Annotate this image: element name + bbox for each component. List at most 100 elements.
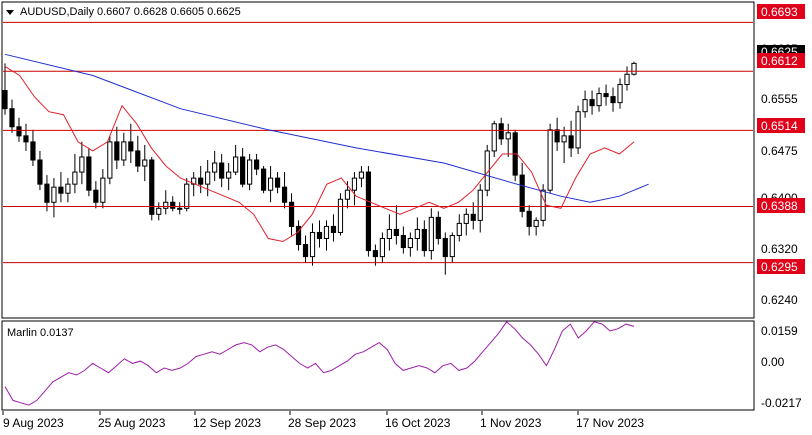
candle-body-bull <box>323 225 330 240</box>
candle-body-bear <box>93 189 99 203</box>
candle-body-bull <box>358 171 365 179</box>
candle-body-bull <box>177 207 183 210</box>
candle-body-bear <box>519 174 525 212</box>
candle <box>149 156 155 221</box>
candle-body-bear <box>470 213 476 221</box>
candle-body-bear <box>58 186 64 194</box>
time-label: 17 Nov 2023 <box>576 416 644 430</box>
candle-body-bear <box>240 156 246 185</box>
candle-body-bull <box>547 129 553 191</box>
candle-body-bear <box>554 129 560 143</box>
candle-body-bear <box>603 93 609 98</box>
candle-body-bull <box>72 171 78 185</box>
candle-body-bear <box>435 216 441 240</box>
candle-body-bear <box>170 201 176 209</box>
candle-body-bear <box>254 159 260 170</box>
candle-body-bull <box>344 189 351 200</box>
candle-body-bear <box>498 123 504 140</box>
candle-body-bull <box>351 177 358 191</box>
candle-body-bull <box>575 111 581 149</box>
time-label: 28 Sep 2023 <box>288 416 356 430</box>
candle-body-bear <box>281 186 288 203</box>
candle-body-bear <box>260 168 267 191</box>
candle-body-bull <box>505 132 511 140</box>
price-tick: 0.6320 <box>761 242 798 256</box>
candle-body-bull <box>142 159 148 167</box>
candle-body-bear <box>302 244 309 258</box>
candle <box>365 166 372 257</box>
level-label: 0.6693 <box>761 5 798 19</box>
candle-body-bull <box>226 171 232 179</box>
candle-body-bear <box>9 108 15 128</box>
candle-body-bear <box>442 238 448 258</box>
candle-body-bear <box>365 171 372 252</box>
price-tick: 0.6555 <box>761 92 798 106</box>
candle-body-bear <box>128 141 134 152</box>
candle-body-bear <box>393 228 399 236</box>
candle-body-bear <box>316 231 323 239</box>
candle-body-bear <box>421 228 427 252</box>
candle-body-bull <box>624 73 630 86</box>
candle-body-bear <box>44 183 50 203</box>
level-label: 0.6514 <box>761 119 798 133</box>
candle-body-bull <box>533 219 539 227</box>
level-label: 0.6612 <box>761 54 798 68</box>
candle-body-bull <box>386 228 392 239</box>
candle-body-bull <box>205 171 211 185</box>
time-label: 9 Aug 2023 <box>3 416 64 430</box>
candle <box>512 129 518 182</box>
candle-body-bear <box>330 225 337 233</box>
candle-body-bear <box>198 177 204 185</box>
candle-body-bear <box>16 126 22 137</box>
candle-body-bear <box>30 141 36 161</box>
candle-body-bull <box>477 189 483 221</box>
candle-body-bear <box>288 201 295 227</box>
time-label: 16 Oct 2023 <box>385 416 451 430</box>
candle-body-bear <box>219 162 225 179</box>
candle-body-bull <box>79 156 85 173</box>
price-tick: 0.6475 <box>761 144 798 158</box>
candle <box>575 105 581 154</box>
candle-body-bull <box>463 213 469 224</box>
indicator-tick: 0.0159 <box>761 324 798 338</box>
candle-body-bull <box>596 93 602 107</box>
indicator-label: Marlin 0.0137 <box>7 327 74 339</box>
candle-body-bear <box>37 159 43 185</box>
price-tick: 0.6240 <box>761 293 798 307</box>
candle-body-bull <box>631 62 637 75</box>
level-label: 0.6388 <box>761 199 798 213</box>
chart-canvas[interactable]: AUDUSD,Daily 0.6607 0.6628 0.6605 0.6625… <box>0 0 812 435</box>
candle <box>260 166 267 194</box>
candle-body-bull <box>233 156 239 173</box>
candle-body-bull <box>100 177 106 203</box>
candle-body-bull <box>121 141 127 161</box>
candle-body-bear <box>610 96 616 104</box>
candle-body-bull <box>428 216 434 252</box>
candle-body-bull <box>163 201 169 209</box>
time-label: 25 Aug 2023 <box>98 416 166 430</box>
candle <box>547 123 553 194</box>
candle-body-bull <box>491 123 497 152</box>
candle-body-bull <box>309 231 316 258</box>
candle-body-bear <box>23 135 29 143</box>
candle-body-bear <box>114 141 120 161</box>
time-label: 1 Nov 2023 <box>480 416 542 430</box>
candle-body-bull <box>449 234 455 258</box>
candle <box>631 61 637 76</box>
candle-body-bull <box>156 207 162 215</box>
candle-body-bull <box>414 228 420 239</box>
level-label: 0.6295 <box>761 260 798 274</box>
candle-body-bear <box>372 250 379 258</box>
candle-body-bear <box>400 234 406 249</box>
candle-body-bull <box>65 183 71 194</box>
indicator-tick: 0.00 <box>761 355 785 369</box>
candle-body-bull <box>456 222 462 236</box>
candle-body-bull <box>337 198 344 233</box>
candle-body-bull <box>617 84 623 104</box>
candle-body-bull <box>582 99 588 113</box>
candle-body-bull <box>51 186 57 203</box>
candle-body-bull <box>379 238 385 258</box>
symbol-info: AUDUSD,Daily 0.6607 0.6628 0.6605 0.6625 <box>20 6 241 18</box>
candle-body-bull <box>407 238 413 249</box>
indicator-tick: -0.0217 <box>761 396 802 410</box>
